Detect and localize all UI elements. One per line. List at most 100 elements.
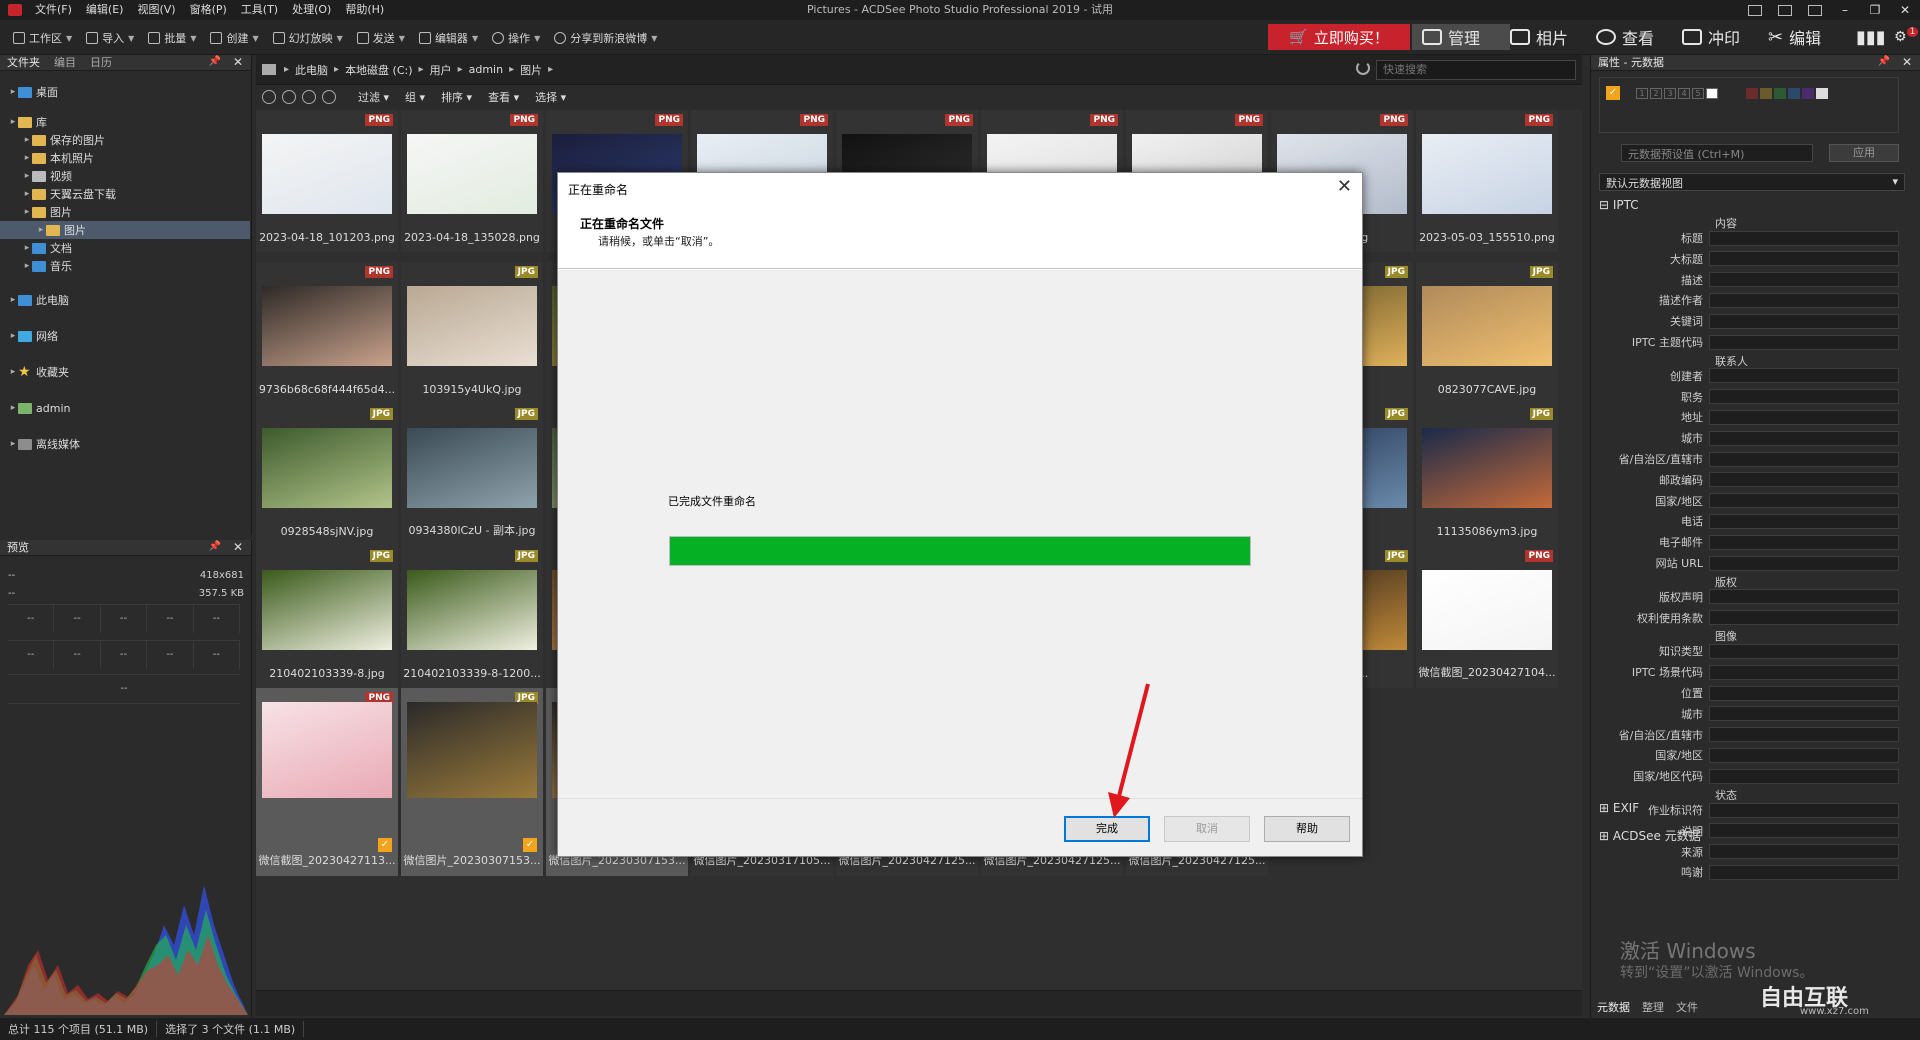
thumbnail-item[interactable]: JPG 11135086ym3.jpg <box>1416 404 1558 546</box>
thumbnail-item[interactable]: PNG 2023-05-03_155510.png <box>1416 110 1558 252</box>
metadata-field-input[interactable] <box>1709 472 1899 488</box>
metadata-field-input[interactable] <box>1709 251 1899 267</box>
pin-icon[interactable]: 📌 <box>209 541 221 552</box>
filter-menu[interactable]: 过滤 ▾ <box>350 89 397 105</box>
metadata-field-input[interactable] <box>1709 768 1899 784</box>
rating-3-icon[interactable]: 3 <box>1664 87 1676 99</box>
expand-arrow-icon[interactable]: ▸ <box>8 439 18 449</box>
metadata-field-input[interactable] <box>1709 430 1899 446</box>
expand-arrow-icon[interactable]: ▸ <box>8 117 18 127</box>
metadata-field-input[interactable] <box>1709 802 1899 818</box>
metadata-view-select[interactable]: 默认元数据视图 ▾ <box>1599 173 1905 191</box>
folder-tree-item[interactable]: ▸ 图片 <box>0 203 250 221</box>
mode-tab-photos[interactable]: 相片 <box>1500 24 1578 50</box>
color-label-yellow-icon[interactable] <box>1760 87 1772 99</box>
metadata-field-input[interactable] <box>1709 864 1899 880</box>
expand-arrow-icon[interactable]: ▸ <box>22 207 32 217</box>
breadcrumb-drive-c[interactable]: 本地磁盘 (C:) <box>341 62 416 78</box>
up-icon[interactable] <box>322 90 336 104</box>
close-panel-icon[interactable]: ✕ <box>1902 55 1912 69</box>
color-label-blue-icon[interactable] <box>1788 87 1800 99</box>
breadcrumb-admin[interactable]: admin <box>465 63 507 76</box>
thumbnail-item[interactable]: JPG 210402103339-8-1200... <box>401 546 543 688</box>
selected-checkbox-icon[interactable]: ✓ <box>378 838 392 852</box>
breadcrumb-users[interactable]: 用户 <box>426 62 456 78</box>
minimize-button[interactable]: – <box>1830 0 1860 20</box>
breadcrumb-pictures[interactable]: 图片 <box>516 62 546 78</box>
thumbnail-item[interactable]: JPG 210402103339-8.jpg <box>256 546 398 688</box>
help-button[interactable]: 帮助 <box>1264 816 1350 842</box>
mode-tab-manage[interactable]: 管理 <box>1412 24 1510 50</box>
metadata-field-input[interactable] <box>1709 555 1899 571</box>
thumbnail-item[interactable]: JPG 0928548sjNV.jpg <box>256 404 398 546</box>
metadata-field-input[interactable] <box>1709 313 1899 329</box>
clear-rating-icon[interactable] <box>1706 87 1718 99</box>
metadata-field-input[interactable] <box>1709 706 1899 722</box>
select-menu[interactable]: 选择 ▾ <box>527 89 574 105</box>
expand-arrow-icon[interactable]: ▸ <box>22 135 32 145</box>
folder-tree-item[interactable]: ▸ 网络 <box>0 327 250 345</box>
cancel-button[interactable]: 取消 <box>1164 816 1250 842</box>
rating-1-icon[interactable]: 1 <box>1636 87 1648 99</box>
apply-button[interactable]: 应用 <box>1829 144 1899 162</box>
layout-1-icon[interactable] <box>1740 0 1770 20</box>
folder-tree-item[interactable]: ▸ 库 <box>0 113 250 131</box>
home-icon[interactable] <box>262 90 276 104</box>
rating-4-icon[interactable]: 4 <box>1678 87 1690 99</box>
menu-file[interactable]: 文件(F) <box>28 0 79 20</box>
color-label-red-icon[interactable] <box>1746 87 1758 99</box>
quick-search-input[interactable] <box>1376 60 1576 80</box>
back-icon[interactable] <box>282 90 296 104</box>
tag-checkbox-icon[interactable]: ✓ <box>1606 86 1620 100</box>
mode-tab-edit[interactable]: ✂ 编辑 <box>1758 24 1831 50</box>
mode-tab-develop[interactable]: 冲印 <box>1672 24 1750 50</box>
metadata-field-input[interactable] <box>1709 610 1899 626</box>
refresh-icon[interactable] <box>1356 61 1370 75</box>
menu-edit[interactable]: 编辑(E) <box>79 0 131 20</box>
menu-process[interactable]: 处理(O) <box>285 0 338 20</box>
layout-3-icon[interactable] <box>1800 0 1830 20</box>
expand-arrow-icon[interactable]: ▸ <box>8 331 18 341</box>
metadata-field-input[interactable] <box>1709 823 1899 839</box>
menu-tools[interactable]: 工具(T) <box>234 0 285 20</box>
menu-view[interactable]: 视图(V) <box>130 0 182 20</box>
thumbnail-item[interactable]: JPG 0934380lCzU - 副本.jpg <box>401 404 543 546</box>
metadata-field-input[interactable] <box>1709 409 1899 425</box>
expand-arrow-icon[interactable]: ▸ <box>22 153 32 163</box>
acdsee-metadata-group-header[interactable]: ⊞ ACDSee 元数据 <box>1599 827 1701 844</box>
folder-tree-item[interactable]: ▸ 视频 <box>0 167 250 185</box>
menu-pane[interactable]: 窗格(P) <box>183 0 234 20</box>
thumbnail-item[interactable]: JPG 103915y4UkQ.jpg <box>401 262 543 404</box>
metadata-field-input[interactable] <box>1709 230 1899 246</box>
view-menu[interactable]: 查看 ▾ <box>480 89 527 105</box>
folder-tree-item[interactable]: ▸ 文档 <box>0 239 250 257</box>
thumbnail-item[interactable]: PNG 2023-04-18_135028.png <box>401 110 543 252</box>
thumbnail-item[interactable]: JPG 0823077CAVE.jpg <box>1416 262 1558 404</box>
folder-tree-item[interactable]: ▸ 天翼云盘下载 <box>0 185 250 203</box>
metadata-field-input[interactable] <box>1709 685 1899 701</box>
metadata-field-input[interactable] <box>1709 272 1899 288</box>
tab-calendar[interactable]: 日历 <box>83 55 119 71</box>
close-button[interactable]: ✕ <box>1890 0 1920 20</box>
clear-color-icon[interactable] <box>1816 87 1828 99</box>
restore-button[interactable]: ❐ <box>1860 0 1890 20</box>
tab-preview[interactable]: 预览 <box>0 540 36 556</box>
import-button[interactable]: 导入 ▼ <box>79 28 141 48</box>
folder-tree-item[interactable]: ▸ 保存的图片 <box>0 131 250 149</box>
dialog-close-icon[interactable]: ✕ <box>1337 176 1352 197</box>
folder-tree-item[interactable]: ▸ 图片 <box>0 221 250 239</box>
metadata-field-input[interactable] <box>1709 493 1899 509</box>
thumbnail-item[interactable]: PNG 9736b68c68f444f65d4... <box>256 262 398 404</box>
folder-tree-item[interactable]: ▸ 此电脑 <box>0 291 250 309</box>
send-button[interactable]: 发送 ▼ <box>350 28 412 48</box>
menu-help[interactable]: 帮助(H) <box>338 0 391 20</box>
color-label-purple-icon[interactable] <box>1802 87 1814 99</box>
iptc-group-header[interactable]: ⊟ IPTC <box>1599 198 1639 212</box>
slideshow-button[interactable]: 幻灯放映 ▼ <box>266 28 350 48</box>
tab-folders[interactable]: 文件夹 <box>0 55 47 71</box>
forward-icon[interactable] <box>302 90 316 104</box>
expand-arrow-icon[interactable]: ▸ <box>8 367 18 377</box>
thumbnail-item[interactable]: PNG ✓ 微信截图_20230427113... <box>256 688 398 876</box>
tab-file[interactable]: 文件 <box>1670 999 1704 1017</box>
actions-button[interactable]: 操作 ▼ <box>485 28 547 48</box>
